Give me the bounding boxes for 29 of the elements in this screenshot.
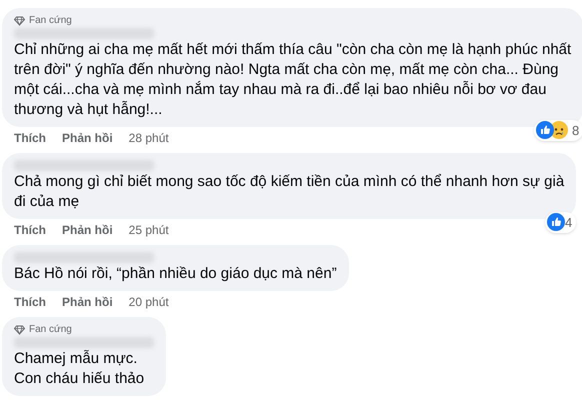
action-link[interactable]: Thích <box>14 221 46 239</box>
badge-label: Fan cứng <box>29 323 72 336</box>
diamond-icon <box>14 324 25 334</box>
reaction-badge[interactable]: 4 <box>544 212 576 233</box>
like-icon <box>546 213 565 232</box>
comment-text: một cái...cha và mẹ mình nắm tay nhau mà ra đi..để lại bao nhiêu nỗi bơ vơ đau <box>14 80 548 100</box>
sad-face-icon <box>550 121 568 140</box>
comment-text: thương và hụt hẫng!... <box>14 100 164 120</box>
diamond-icon <box>14 16 25 26</box>
comment-text: Chamej mẫu mực. <box>14 349 138 369</box>
like-icon <box>536 121 554 140</box>
comment-time: 28 phút <box>128 130 169 147</box>
reaction-count: 4 <box>564 214 574 232</box>
comment-text: trên đời" ý nghĩa đến nhường nào! Ngta mất cha còn mẹ, mất mẹ còn cha... Đùng <box>14 60 560 80</box>
reaction-count: 8 <box>572 122 580 140</box>
action-link[interactable]: Phản hồi <box>62 293 113 311</box>
comment-time: 20 phút <box>128 294 169 311</box>
action-link[interactable]: Phản hồi <box>62 129 113 147</box>
action-link[interactable]: Phản hồi <box>62 221 113 239</box>
comment-text: Chỉ những ai cha mẹ mất hết mới thấm thía câu "còn cha còn mẹ là hạnh phúc nhất <box>14 40 572 60</box>
comment-text: đi của mẹ <box>14 192 80 212</box>
comment-text: Con cháu hiếu thảo <box>14 369 146 389</box>
badge-label: Fan cứng <box>29 14 72 27</box>
action-link[interactable]: Thích <box>14 293 46 311</box>
comment-text: Bác Hồ nói rồi, “phần nhiều do giáo dục mà nên” <box>14 264 337 284</box>
reaction-badge[interactable]: 8 <box>534 120 582 141</box>
comment-time: 25 phút <box>128 222 169 239</box>
comment-text: Chả mong gì chỉ biết mong sao tốc độ kiếm tiền của mình có thể nhanh hơn sự già <box>14 172 564 192</box>
action-link[interactable]: Thích <box>14 129 46 147</box>
